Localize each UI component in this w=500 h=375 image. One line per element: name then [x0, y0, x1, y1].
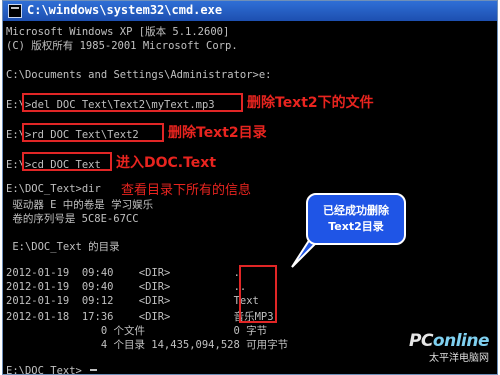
console-line: E:\DOC_Text 的目录 — [6, 241, 120, 253]
dir-annotation: 查看目录下所有的信息 — [121, 183, 252, 198]
watermark-brand-pc: PC — [408, 331, 433, 351]
dir-summary-dirs: 4 个目录 14,435,094,528 可用字节 — [6, 339, 289, 351]
watermark-brand-online: online — [432, 331, 490, 351]
console-prompt: E:\DOC_Text> — [6, 365, 82, 375]
title-bar[interactable]: C:\windows\system32\cmd.exe — [3, 1, 497, 21]
del-annotation: 删除Text2下的文件 — [247, 95, 374, 111]
console-line: 驱动器 E 中的卷是 学习娱乐 — [6, 199, 154, 211]
watermark-brand: PConline — [408, 331, 490, 351]
dir-entry-row: 2012-01-19 09:40 <DIR> . — [6, 267, 240, 279]
cmd-window-icon[interactable] — [8, 4, 22, 18]
window-title: C:\windows\system32\cmd.exe — [27, 3, 223, 17]
console-line: C:\Documents and Settings\Administrator>… — [6, 69, 272, 81]
dir-entry-row: 2012-01-18 17:36 <DIR> 音乐MP3 — [6, 311, 274, 323]
dir-entry-row: 2012-01-19 09:40 <DIR> .. — [6, 281, 247, 293]
callout-line-1: 已经成功删除 — [323, 204, 389, 217]
rd-command-highlight — [22, 123, 164, 142]
callout-line-2: Text2目录 — [328, 220, 384, 233]
pconline-watermark: PConline 太平洋电脑网 — [408, 331, 490, 364]
cd-annotation: 进入DOC.Text — [116, 155, 217, 171]
success-callout: 已经成功删除 Text2目录 — [306, 193, 406, 245]
console-line: E:\DOC_Text>dir — [6, 183, 101, 195]
dir-entry-row: 2012-01-19 09:12 <DIR> Text — [6, 295, 259, 307]
del-command-highlight — [22, 93, 243, 112]
cmd-window[interactable]: C:\windows\system32\cmd.exe Microsoft Wi… — [2, 0, 498, 375]
console-line: (C) 版权所有 1985-2001 Microsoft Corp. — [6, 40, 238, 52]
dir-summary-files: 0 个文件 0 字节 — [6, 325, 268, 337]
rd-annotation: 删除Text2目录 — [168, 125, 267, 141]
dir-listing-highlight — [239, 265, 277, 323]
console-line: Microsoft Windows XP [版本 5.1.2600] — [6, 26, 230, 38]
cd-command-highlight — [22, 152, 112, 171]
console-line: 卷的序列号是 5C8E-67CC — [6, 213, 139, 225]
watermark-subtitle: 太平洋电脑网 — [429, 353, 489, 364]
text-cursor — [90, 369, 97, 371]
